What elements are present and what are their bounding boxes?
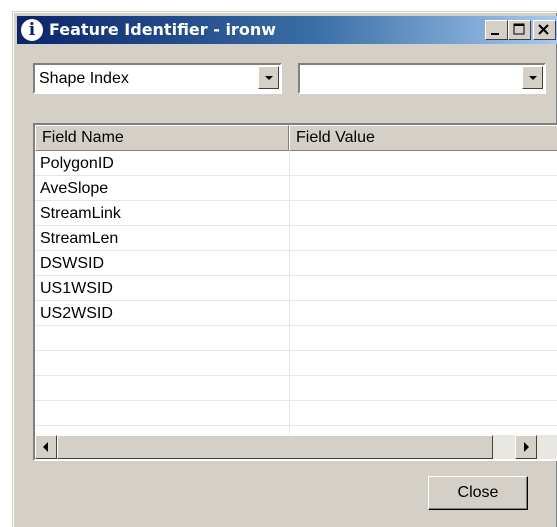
scroll-right-button[interactable] [515,435,537,459]
field-name-cell: PolygonID [40,155,114,172]
info-icon: i [21,19,43,41]
feature-identifier-window: i Feature Identifier - ironw Shape Index… [12,11,557,527]
table-row[interactable] [35,351,557,376]
feature-select[interactable] [298,63,546,94]
arrow-left-icon [43,442,48,452]
window-title: Feature Identifier - ironw [49,20,276,39]
column-header-field-value[interactable]: Field Value [289,125,557,151]
column-header-field-name[interactable]: Field Name [35,125,289,151]
table-row[interactable] [35,376,557,401]
maximize-button[interactable] [508,20,531,40]
close-icon [538,24,549,35]
field-name-cell [35,351,40,376]
minimize-button[interactable] [485,20,508,40]
table-row[interactable]: PolygonID [35,151,557,176]
field-name-cell [35,376,40,401]
table-row[interactable] [35,326,557,351]
layer-select-value: Shape Index [39,70,129,87]
chevron-down-icon [529,76,537,80]
title-bar[interactable]: i Feature Identifier - ironw [17,16,557,44]
table-row[interactable]: DSWSID [35,251,557,276]
scroll-left-button[interactable] [35,435,57,459]
table-row[interactable]: StreamLink [35,201,557,226]
horizontal-scrollbar[interactable] [35,435,557,459]
arrow-right-icon [524,442,529,452]
feature-select-dropdown-button[interactable] [522,66,543,89]
table-row[interactable] [35,401,557,426]
column-divider [289,151,290,441]
table-row[interactable]: StreamLen [35,226,557,251]
close-button[interactable]: Close [428,476,528,510]
field-name-cell: AveSlope [40,180,109,197]
field-name-cell: StreamLen [40,230,119,247]
window-close-button[interactable] [533,20,556,40]
table-row[interactable]: US1WSID [35,276,557,301]
field-name-cell: DSWSID [40,255,104,272]
layer-select[interactable]: Shape Index [33,63,282,94]
maximize-icon [513,23,525,35]
table-row[interactable]: AveSlope [35,176,557,201]
field-name-cell: US2WSID [40,305,113,322]
field-name-cell: StreamLink [40,205,121,222]
table-row[interactable]: US2WSID [35,301,557,326]
field-name-cell [35,326,40,351]
layer-select-dropdown-button[interactable] [258,66,279,89]
minimize-icon [491,33,499,35]
scroll-thumb[interactable] [57,435,493,459]
field-name-cell [35,401,40,426]
field-name-cell: US1WSID [40,280,113,297]
chevron-down-icon [265,76,273,80]
field-grid[interactable]: Field Name Field Value PolygonID AveSlop… [33,123,557,461]
